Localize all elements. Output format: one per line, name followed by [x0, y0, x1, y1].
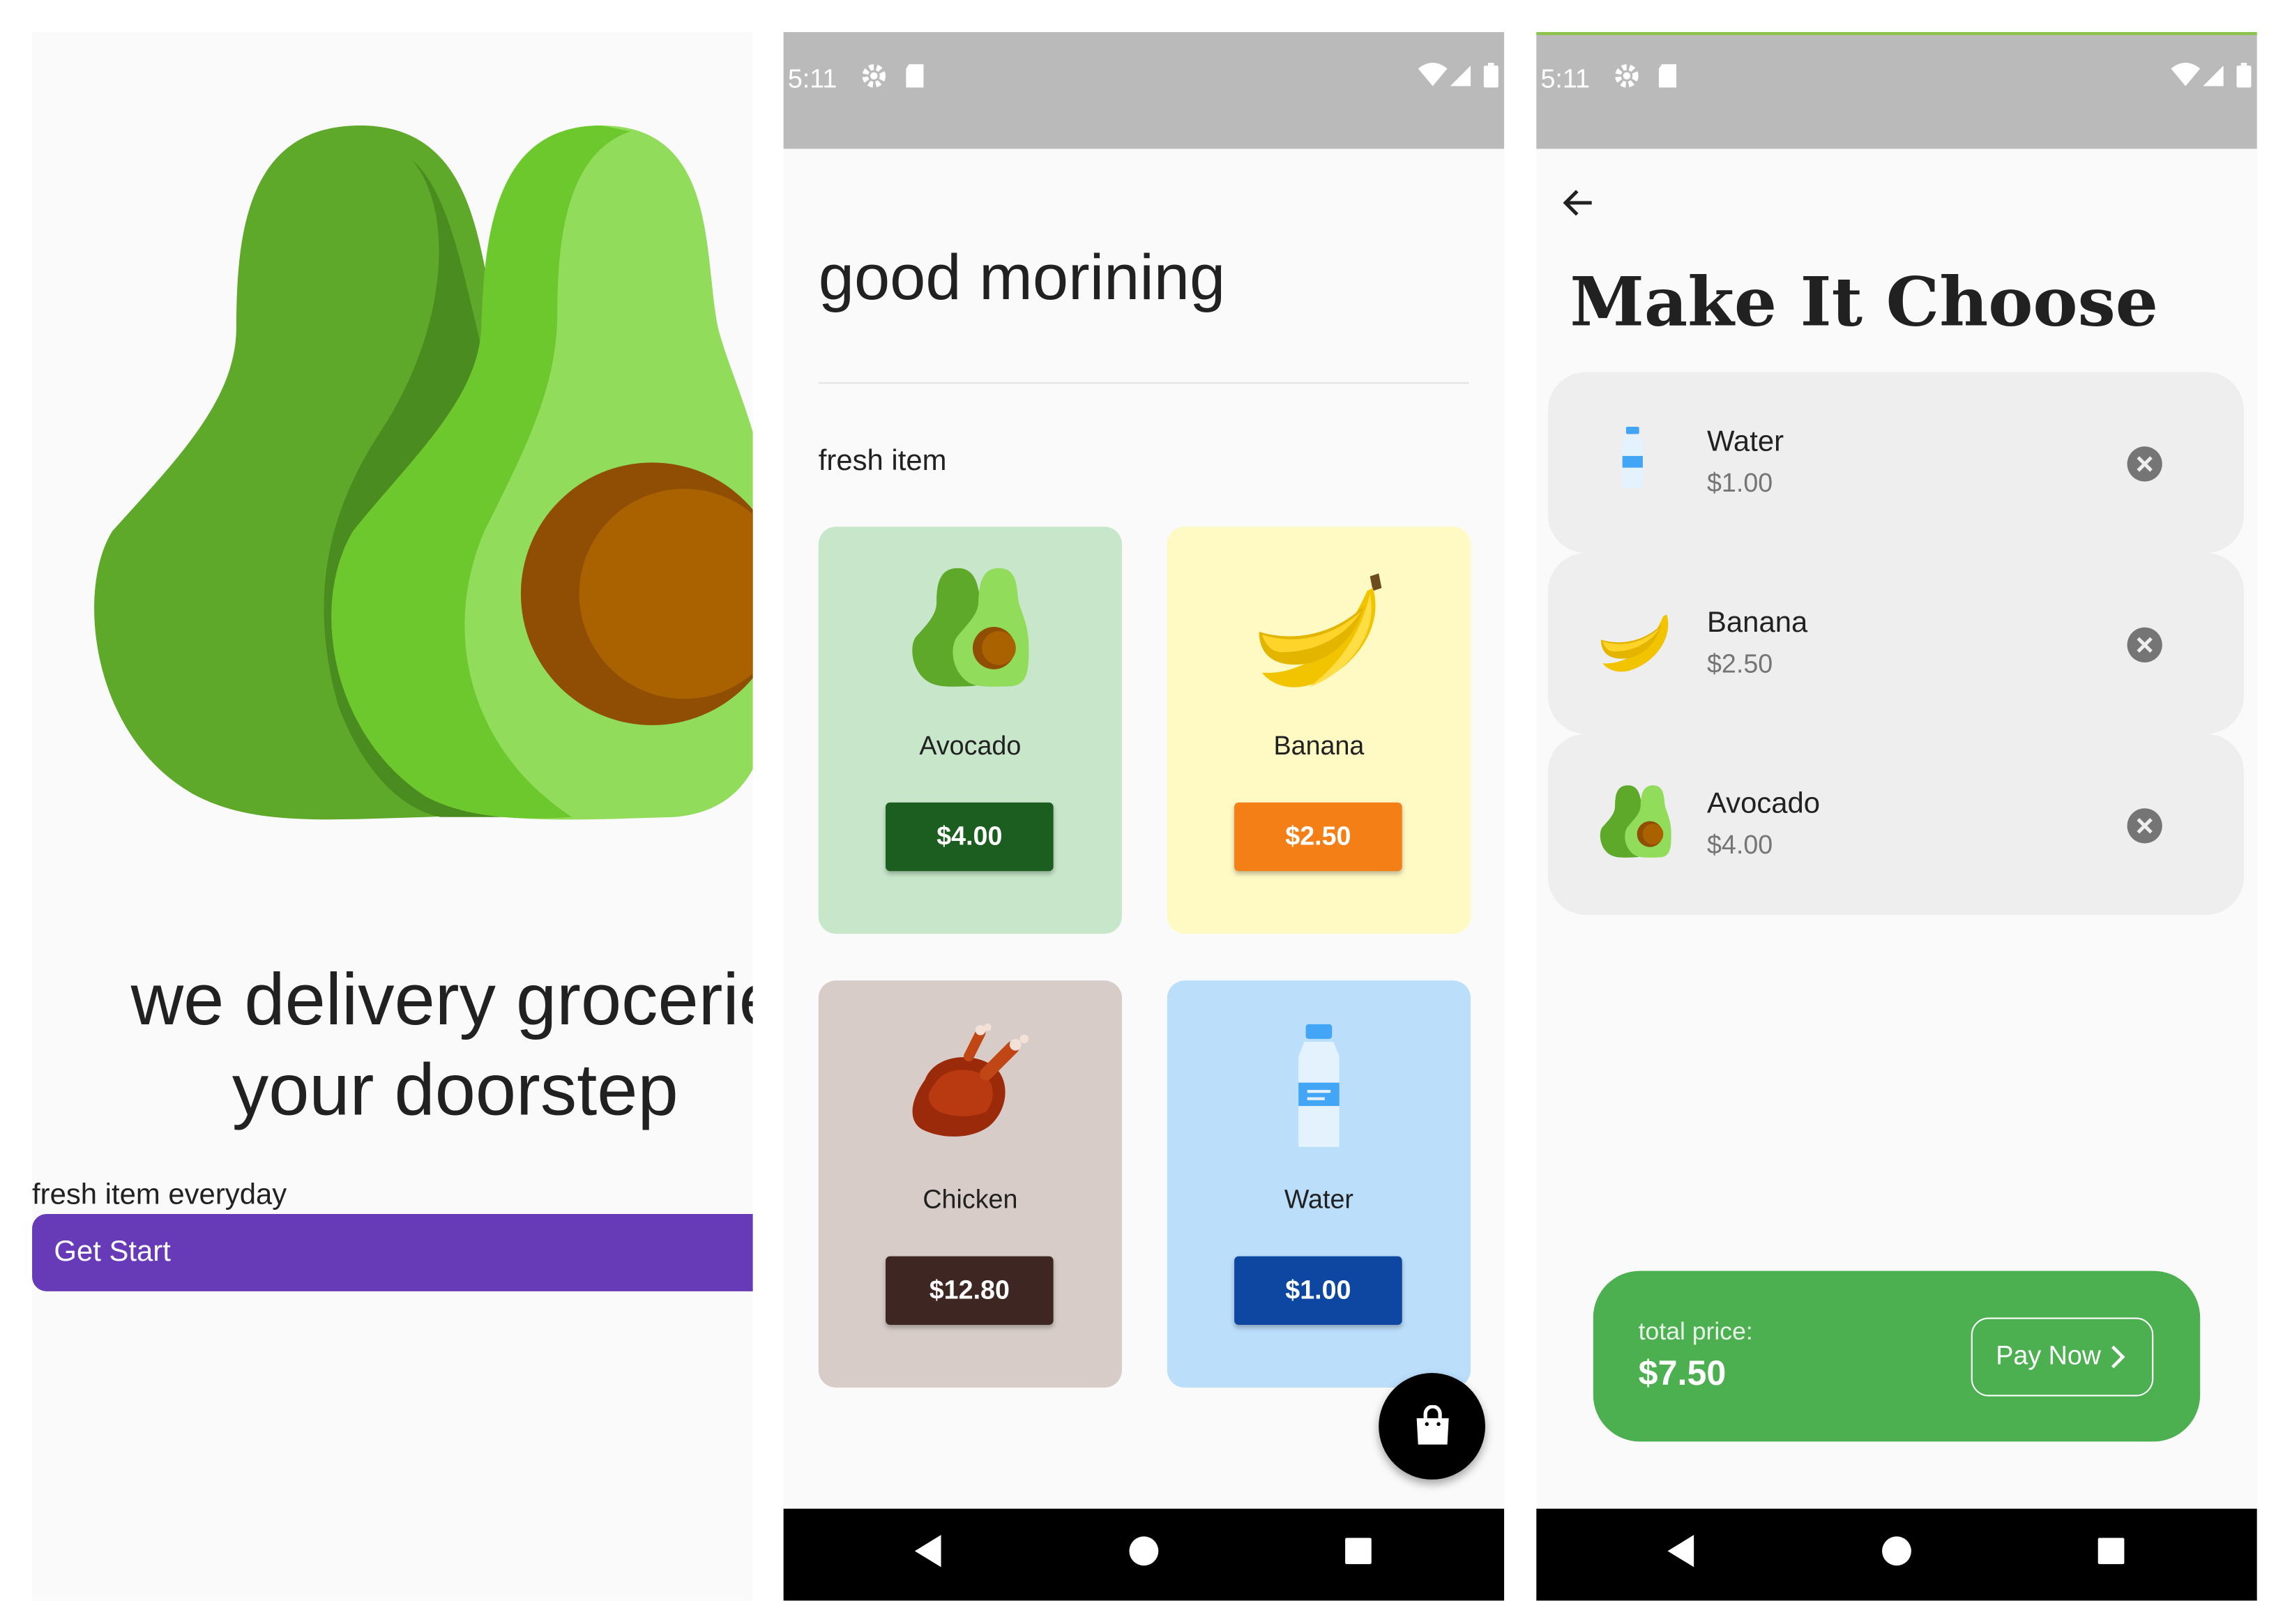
- home-nav-icon[interactable]: [1881, 1532, 1913, 1570]
- avocado-icon: [1600, 785, 1671, 858]
- banana-icon: [1259, 573, 1382, 688]
- welcome-tagline: fresh item everyday: [32, 1178, 287, 1211]
- price-button[interactable]: $2.50: [1234, 802, 1402, 872]
- status-time: 5:11: [1540, 64, 1590, 93]
- home-nav-icon[interactable]: [1128, 1532, 1160, 1570]
- item-name: Water: [1706, 426, 1784, 459]
- signal-icon: [1450, 66, 1471, 86]
- status-bar: 5:11: [783, 32, 1505, 149]
- cart-item-banana: Banana $2.50: [1547, 553, 2244, 734]
- shopping-bag-icon: [1416, 1405, 1449, 1445]
- item-name: Banana: [1706, 607, 1808, 639]
- chicken-icon: [912, 1023, 1029, 1137]
- total-price-panel: total price: $7.50 Pay Now: [1593, 1270, 2201, 1442]
- chevron-right-icon: [2111, 1345, 2125, 1369]
- status-time: 5:11: [787, 64, 837, 93]
- home-screen: 5:11 good morining fresh item Avocado $4…: [783, 32, 1505, 1601]
- avocado-hero-image: [94, 125, 753, 820]
- recents-nav-icon[interactable]: [1342, 1532, 1374, 1570]
- item-price: $1.00: [1706, 468, 1773, 498]
- cart-item-water: Water $1.00: [1547, 372, 2244, 554]
- settings-icon: [862, 64, 886, 88]
- status-bar: 5:11: [1536, 32, 2257, 149]
- get-start-button[interactable]: Get Start: [32, 1213, 753, 1291]
- product-name: Chicken: [923, 1185, 1018, 1214]
- headline-line-2: your doorstep: [232, 1049, 678, 1131]
- total-price-label: total price:: [1638, 1317, 1753, 1346]
- sd-card-icon: [1658, 64, 1677, 88]
- remove-item-icon[interactable]: [2125, 626, 2163, 664]
- welcome-headline: we delivery grocerie your doorstep: [61, 954, 753, 1134]
- cart-screen: 5:11 Make It Choose Water $1.00 Banana $…: [1536, 32, 2257, 1601]
- sd-card-icon: [906, 64, 924, 88]
- divider: [818, 382, 1469, 384]
- greeting-title: good morining: [818, 242, 1226, 314]
- welcome-screen: we delivery grocerie your doorstep fresh…: [32, 32, 753, 1601]
- accent-line: [1536, 32, 2257, 36]
- section-title: fresh item: [818, 445, 947, 478]
- battery-icon: [2236, 62, 2252, 88]
- product-card-banana[interactable]: Banana $2.50: [1167, 526, 1471, 934]
- total-price-value: $7.50: [1638, 1353, 1727, 1394]
- settings-icon: [1615, 64, 1639, 88]
- price-button[interactable]: $4.00: [886, 802, 1054, 872]
- wifi-icon: [2171, 62, 2201, 86]
- remove-item-icon[interactable]: [2125, 807, 2163, 844]
- back-nav-icon[interactable]: [1664, 1532, 1697, 1570]
- battery-icon: [1483, 62, 1499, 88]
- back-nav-icon[interactable]: [912, 1532, 944, 1570]
- product-card-avocado[interactable]: Avocado $4.00: [818, 526, 1122, 934]
- wifi-icon: [1418, 62, 1448, 86]
- cart-title: Make It Choose: [1570, 262, 2159, 342]
- price-button[interactable]: $1.00: [1234, 1256, 1402, 1325]
- recents-nav-icon[interactable]: [2095, 1532, 2127, 1570]
- navigation-bar: [1536, 1508, 2257, 1601]
- avocado-icon: [912, 568, 1029, 687]
- item-name: Avocado: [1706, 787, 1821, 820]
- product-name: Banana: [1273, 731, 1365, 761]
- product-name: Water: [1284, 1185, 1353, 1214]
- price-button[interactable]: $12.80: [886, 1256, 1054, 1325]
- pay-now-button[interactable]: Pay Now: [1971, 1317, 2154, 1397]
- remove-item-icon[interactable]: [2125, 445, 2163, 483]
- item-price: $2.50: [1706, 649, 1773, 679]
- back-arrow-icon[interactable]: [1560, 184, 1598, 222]
- pay-now-label: Pay Now: [1996, 1341, 2101, 1370]
- cart-fab-button[interactable]: [1379, 1373, 1485, 1480]
- product-card-chicken[interactable]: Chicken $12.80: [818, 980, 1122, 1388]
- navigation-bar: [783, 1508, 1505, 1601]
- water-bottle-icon: [1298, 1024, 1340, 1147]
- banana-icon: [1600, 614, 1669, 672]
- water-bottle-icon: [1622, 427, 1643, 488]
- signal-icon: [2203, 66, 2224, 86]
- item-price: $4.00: [1706, 830, 1773, 860]
- headline-line-1: we delivery grocerie: [130, 958, 753, 1040]
- product-card-water[interactable]: Water $1.00: [1167, 980, 1471, 1388]
- product-name: Avocado: [919, 731, 1022, 761]
- cart-item-avocado: Avocado $4.00: [1547, 734, 2244, 915]
